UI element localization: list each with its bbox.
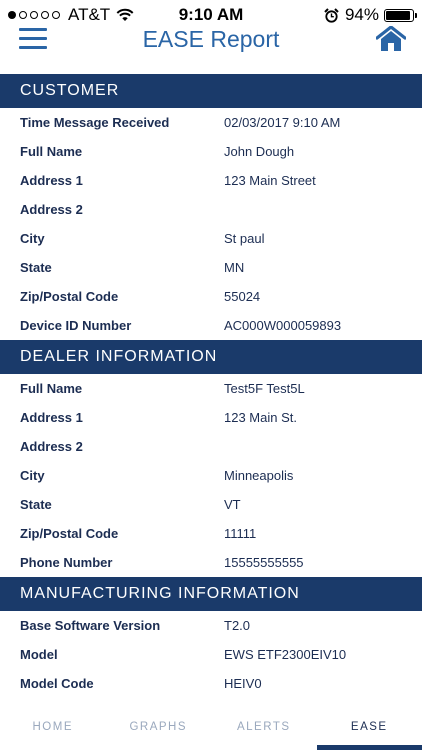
home-icon[interactable] xyxy=(376,26,406,52)
row-label: City xyxy=(20,468,45,483)
info-row: State MN xyxy=(0,253,422,282)
row-value: 02/03/2017 9:10 AM xyxy=(224,115,341,130)
tab-graphs[interactable]: GRAPHS xyxy=(106,708,212,750)
row-label: Device ID Number xyxy=(20,318,132,333)
info-row: Full Name Test5F Test5L xyxy=(0,374,422,403)
row-value: EWS ETF2300EIV10 xyxy=(224,647,347,662)
info-row: City Minneapolis xyxy=(0,461,422,490)
row-label: Model Code xyxy=(20,676,94,691)
info-row: State VT xyxy=(0,490,422,519)
row-value: MN xyxy=(224,260,245,275)
info-row: Zip/Postal Code 55024 xyxy=(0,282,422,311)
battery-fill xyxy=(386,10,411,20)
customer-rows: Time Message Received 02/03/2017 9:10 AM F… xyxy=(0,108,422,340)
info-row: Address 2 xyxy=(0,195,422,224)
page-title: EASE Report xyxy=(142,26,280,52)
row-value: 123 Main Street xyxy=(224,173,316,188)
manufacturing-rows: Base Software Version T2.0 Model EWS ETF230… xyxy=(0,611,422,698)
navigation-bar: EASE Report xyxy=(0,20,422,74)
row-value: VT xyxy=(224,497,241,512)
row-value: 123 Main St. xyxy=(224,410,297,425)
info-row: Model Code HEIV0 xyxy=(0,669,422,698)
row-label: Full Name xyxy=(20,144,83,159)
row-label: Base Software Version xyxy=(20,618,161,633)
row-value: T2.0 xyxy=(224,618,251,633)
info-row: Time Message Received 02/03/2017 9:10 AM xyxy=(0,108,422,137)
row-label: Address 1 xyxy=(20,410,83,425)
info-row: Model EWS ETF2300EIV10 xyxy=(0,640,422,669)
row-value: Test5F Test5L xyxy=(224,381,305,396)
info-row: Phone Number 15555555555 xyxy=(0,548,422,577)
section-header-dealer: DEALER INFORMATION xyxy=(0,340,422,374)
battery-nub xyxy=(415,12,417,18)
row-value: St paul xyxy=(224,231,265,246)
info-row: Base Software Version T2.0 xyxy=(0,611,422,640)
info-row: Full Name John Dough xyxy=(0,137,422,166)
info-row: Device ID Number AC000W000059893 xyxy=(0,311,422,340)
row-value: 15555555555 xyxy=(224,555,304,570)
section-header-customer: CUSTOMER xyxy=(0,74,422,108)
tab-bar: HOME GRAPHS ALERTS EASE xyxy=(0,708,422,750)
row-label: State xyxy=(20,260,52,275)
info-row: Zip/Postal Code 11111 xyxy=(0,519,422,548)
row-label: Zip/Postal Code xyxy=(20,526,119,541)
row-label: State xyxy=(20,497,52,512)
row-label: Address 2 xyxy=(20,202,83,217)
row-label: Phone Number xyxy=(20,555,113,570)
row-label: Full Name xyxy=(20,381,83,396)
info-row: Address 1 123 Main Street xyxy=(0,166,422,195)
row-value: Minneapolis xyxy=(224,468,294,483)
row-label: Address 1 xyxy=(20,173,83,188)
row-value: HEIV0 xyxy=(224,676,262,691)
info-row: Address 2 xyxy=(0,432,422,461)
tab-alerts[interactable]: ALERTS xyxy=(211,708,317,750)
section-header-manufacturing: MANUFACTURING INFORMATION xyxy=(0,577,422,611)
row-label: City xyxy=(20,231,45,246)
tab-home[interactable]: HOME xyxy=(0,708,106,750)
row-label: Time Message Received xyxy=(20,115,170,130)
tab-ease[interactable]: EASE xyxy=(316,708,422,750)
row-value: 55024 xyxy=(224,289,261,304)
info-row: Address 1 123 Main St. xyxy=(0,403,422,432)
row-label: Model xyxy=(20,647,58,662)
report-content: CUSTOMER Time Message Received 02/03/2017… xyxy=(0,74,422,698)
info-row: City St paul xyxy=(0,224,422,253)
row-label: Zip/Postal Code xyxy=(20,289,119,304)
row-label: Address 2 xyxy=(20,439,83,454)
row-value: John Dough xyxy=(224,144,295,159)
row-value: 11111 xyxy=(224,526,257,541)
dealer-rows: Full Name Test5F Test5L Address 1 123 Main … xyxy=(0,374,422,577)
row-value: AC000W000059893 xyxy=(224,318,342,333)
